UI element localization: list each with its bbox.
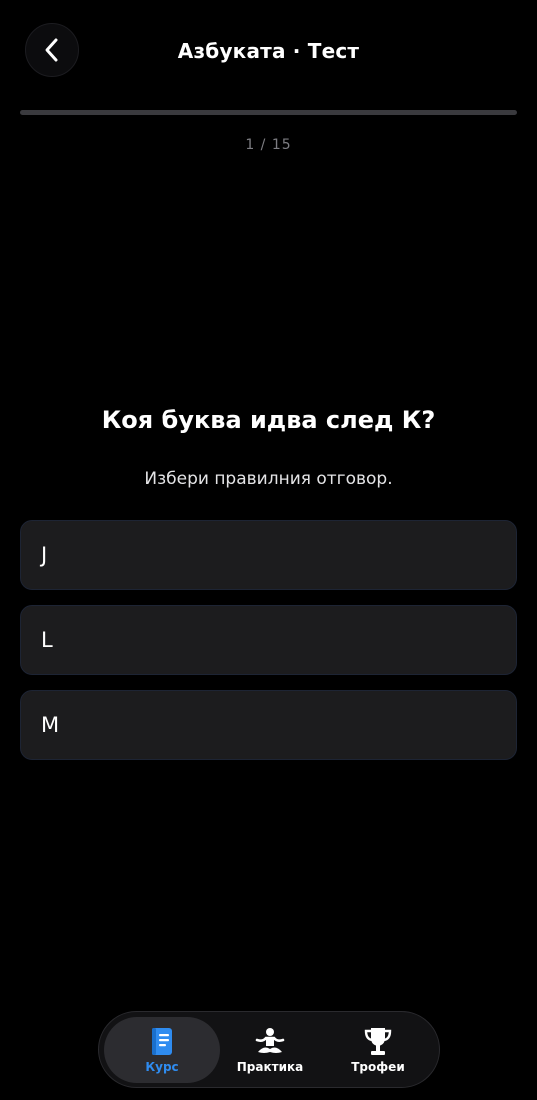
tab-course-label: Курс	[145, 1059, 179, 1074]
answer-option-m[interactable]: M	[20, 690, 517, 760]
tab-course[interactable]: Курс	[104, 1017, 220, 1083]
answer-option-l[interactable]: L	[20, 605, 517, 675]
tab-practice-label: Практика	[236, 1059, 304, 1074]
tab-bar: Курс Практика Трофеи	[98, 1011, 440, 1088]
progress-counter: 1 / 15	[245, 137, 292, 153]
question-title: Коя буква идва след К?	[101, 406, 436, 434]
tab-trophies-label: Трофеи	[351, 1059, 405, 1074]
tab-practice[interactable]: Практика	[212, 1017, 328, 1083]
answer-option-j[interactable]: J	[20, 520, 517, 590]
book-icon	[146, 1026, 178, 1058]
progress-bar	[20, 110, 517, 115]
tab-trophies[interactable]: Трофеи	[320, 1017, 436, 1083]
trophy-icon	[362, 1026, 394, 1058]
question-hint: Избери правилния отговор.	[144, 469, 393, 489]
page-title: Азбуката · Тест	[177, 39, 360, 63]
meditation-icon	[254, 1026, 286, 1058]
